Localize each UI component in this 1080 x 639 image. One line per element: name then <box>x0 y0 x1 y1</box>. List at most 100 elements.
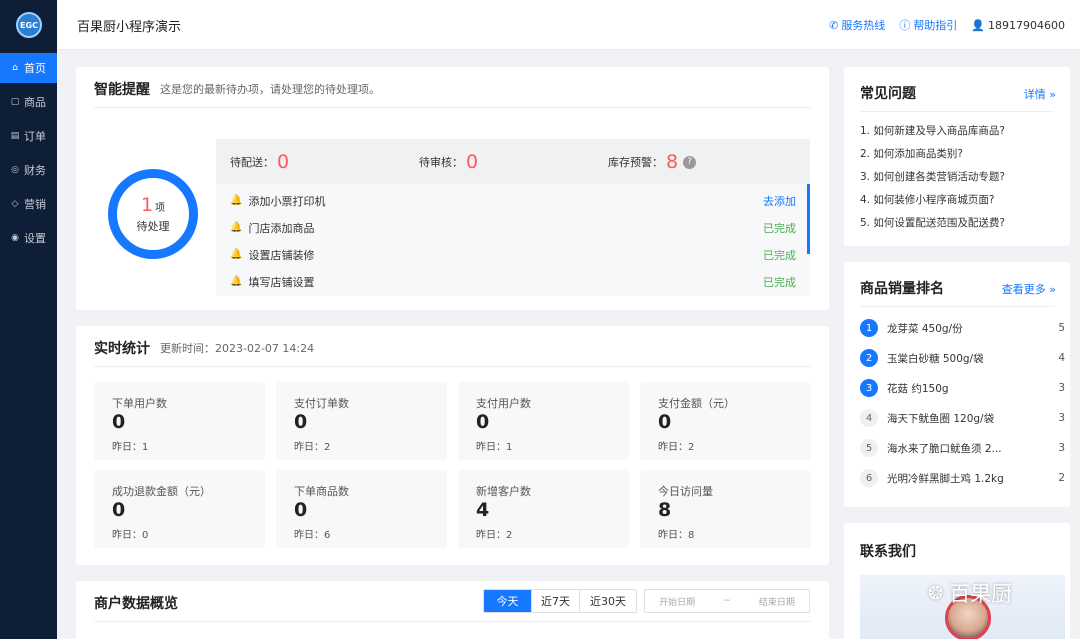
top-bar: 百果厨小程序演示 ✆ 服务热线 ⓘ 帮助指引 👤 18917904600 <box>57 0 1080 50</box>
metric-label: 成功退款金额（元） <box>112 485 211 498</box>
tag-icon: ◇ <box>11 199 19 209</box>
range-separator: ~ <box>723 596 731 606</box>
faq-item[interactable]: 4. 如何装修小程序商城页面? <box>860 192 994 207</box>
nav-item-orders[interactable]: ▤ 订单 <box>0 121 57 151</box>
update-time: 更新时间：2023-02-07 14:24 <box>160 342 315 355</box>
stat-stock-warning[interactable]: 库存预警： 8 ? <box>608 151 697 173</box>
user-icon: 👤 <box>971 18 986 32</box>
stat-to-review[interactable]: 待审核： 0 <box>419 151 478 173</box>
question-icon: ⓘ <box>899 19 911 32</box>
rank-badge: 4 <box>860 409 878 427</box>
metric-label: 今日访问量 <box>658 485 713 498</box>
phone-icon: ✆ <box>829 18 839 32</box>
bell-icon: 🔔 <box>230 195 243 206</box>
sales-count: 3 <box>1058 382 1065 394</box>
metric-yesterday: 昨日：2 <box>476 530 513 541</box>
nav-item-marketing[interactable]: ◇ 营销 <box>0 189 57 219</box>
bell-icon: 🔔 <box>230 249 243 260</box>
card-subtitle: 这是您的最新待办项，请处理您的待处理项。 <box>160 83 380 96</box>
rank-row[interactable]: 6 光明冷鲜黑脚土鸡 1.2kg 2 <box>860 468 1065 488</box>
nav-item-home[interactable]: ⌂ 首页 <box>0 53 57 83</box>
pending-label: 待处理 <box>136 220 170 233</box>
metric-label: 下单用户数 <box>112 397 167 410</box>
faq-item[interactable]: 3. 如何创建各类营销活动专题? <box>860 169 1005 184</box>
pending-count: 1 <box>140 194 154 216</box>
metric-paid-users: 支付用户数 0 昨日：1 <box>458 382 629 460</box>
pending-unit: 项 <box>155 203 166 214</box>
sales-count: 3 <box>1058 412 1065 424</box>
card-title: 商户数据概览 <box>94 596 178 612</box>
rank-badge: 6 <box>860 469 878 487</box>
rank-row[interactable]: 2 玉棠白砂糖 500g/袋 4 <box>860 348 1065 368</box>
metric-paid-amount: 支付金额（元） 0 昨日：2 <box>640 382 811 460</box>
divider <box>94 107 811 108</box>
product-name: 玉棠白砂糖 500g/袋 <box>887 352 984 365</box>
ranking-more-link[interactable]: 查看更多 » <box>1002 281 1056 297</box>
nav-item-settings[interactable]: ◉ 设置 <box>0 223 57 253</box>
logo[interactable]: EGC <box>16 12 42 38</box>
todo-label: 设置店铺装修 <box>248 248 315 262</box>
start-date-input[interactable]: 开始日期 <box>659 595 695 608</box>
home-icon: ⌂ <box>12 63 18 73</box>
card-title: 常见问题 <box>860 86 916 102</box>
card-title: 联系我们 <box>860 544 916 560</box>
stat-to-deliver[interactable]: 待配送： 0 <box>230 151 289 173</box>
divider <box>94 366 811 367</box>
nav-label: 设置 <box>24 232 46 245</box>
top-actions: ✆ 服务热线 ⓘ 帮助指引 👤 18917904600 <box>829 17 1065 33</box>
todo-label: 填写店铺设置 <box>248 275 315 289</box>
metric-yesterday: 昨日：6 <box>294 530 331 541</box>
realtime-stats-card: 实时统计 更新时间：2023-02-07 14:24 下单用户数 0 昨日：1 … <box>76 326 829 565</box>
tab-7-days[interactable]: 近7天 <box>532 590 580 612</box>
stat-label: 待配送： <box>230 156 274 169</box>
faq-item[interactable]: 1. 如何新建及导入商品库商品? <box>860 123 1005 138</box>
help-link[interactable]: ⓘ 帮助指引 <box>899 17 957 33</box>
stat-label: 库存预警： <box>608 156 663 169</box>
watermark-text: 百果厨 <box>949 582 1013 606</box>
page-title: 百果厨小程序演示 <box>77 20 182 35</box>
rank-row[interactable]: 3 花菇 约150g 3 <box>860 378 1065 398</box>
bell-icon: 🔔 <box>230 276 243 287</box>
metric-value: 0 <box>476 411 490 433</box>
todo-status: 已完成 <box>763 275 796 289</box>
todo-label: 添加小票打印机 <box>248 194 326 208</box>
rank-badge: 3 <box>860 379 878 397</box>
nav-label: 商品 <box>24 96 46 109</box>
product-name: 龙芽菜 450g/份 <box>887 322 963 335</box>
rank-row[interactable]: 4 海天下鱿鱼圈 120g/袋 3 <box>860 408 1065 428</box>
faq-item[interactable]: 5. 如何设置配送范围及配送费? <box>860 215 1005 230</box>
rank-row[interactable]: 5 海水来了脆口鱿鱼须 2... 3 <box>860 438 1065 458</box>
hotline-link[interactable]: ✆ 服务热线 <box>829 17 885 33</box>
nav-item-products[interactable]: ▢ 商品 <box>0 87 57 117</box>
metric-refund-amount: 成功退款金额（元） 0 昨日：0 <box>94 470 265 548</box>
tab-30-days[interactable]: 近30天 <box>580 590 636 612</box>
todo-status: 已完成 <box>763 221 796 235</box>
nav-label: 订单 <box>24 130 46 143</box>
todo-action[interactable]: 去添加 <box>763 193 796 209</box>
date-range-picker[interactable]: 开始日期 ~ 结束日期 <box>644 589 810 613</box>
metric-yesterday: 昨日：0 <box>112 530 149 541</box>
metric-value: 4 <box>476 499 490 521</box>
nav-item-finance[interactable]: ◎ 财务 <box>0 155 57 185</box>
metric-value: 0 <box>112 499 126 521</box>
end-date-input[interactable]: 结束日期 <box>759 595 795 608</box>
rank-badge: 5 <box>860 439 878 457</box>
product-name: 光明冷鲜黑脚土鸡 1.2kg <box>887 472 1004 485</box>
scrollbar[interactable] <box>807 184 810 254</box>
stat-value: 0 <box>466 151 479 173</box>
metric-yesterday: 昨日：8 <box>658 530 695 541</box>
user-menu[interactable]: 👤 18917904600 <box>971 17 1065 33</box>
metric-label: 支付金额（元） <box>658 397 735 410</box>
todo-item: 🔔 设置店铺装修 已完成 <box>230 241 796 268</box>
rank-row[interactable]: 1 龙芽菜 450g/份 5 <box>860 318 1065 338</box>
tab-today[interactable]: 今天 <box>484 590 532 612</box>
metric-value: 0 <box>112 411 126 433</box>
faq-more-link[interactable]: 详情 » <box>1024 86 1056 102</box>
settings-icon: ◉ <box>11 233 19 243</box>
metric-value: 0 <box>294 411 308 433</box>
stat-value: 8 <box>666 151 679 173</box>
rank-badge: 1 <box>860 319 878 337</box>
question-icon[interactable]: ? <box>683 155 697 169</box>
faq-item[interactable]: 2. 如何添加商品类别? <box>860 146 963 161</box>
rank-badge: 2 <box>860 349 878 367</box>
